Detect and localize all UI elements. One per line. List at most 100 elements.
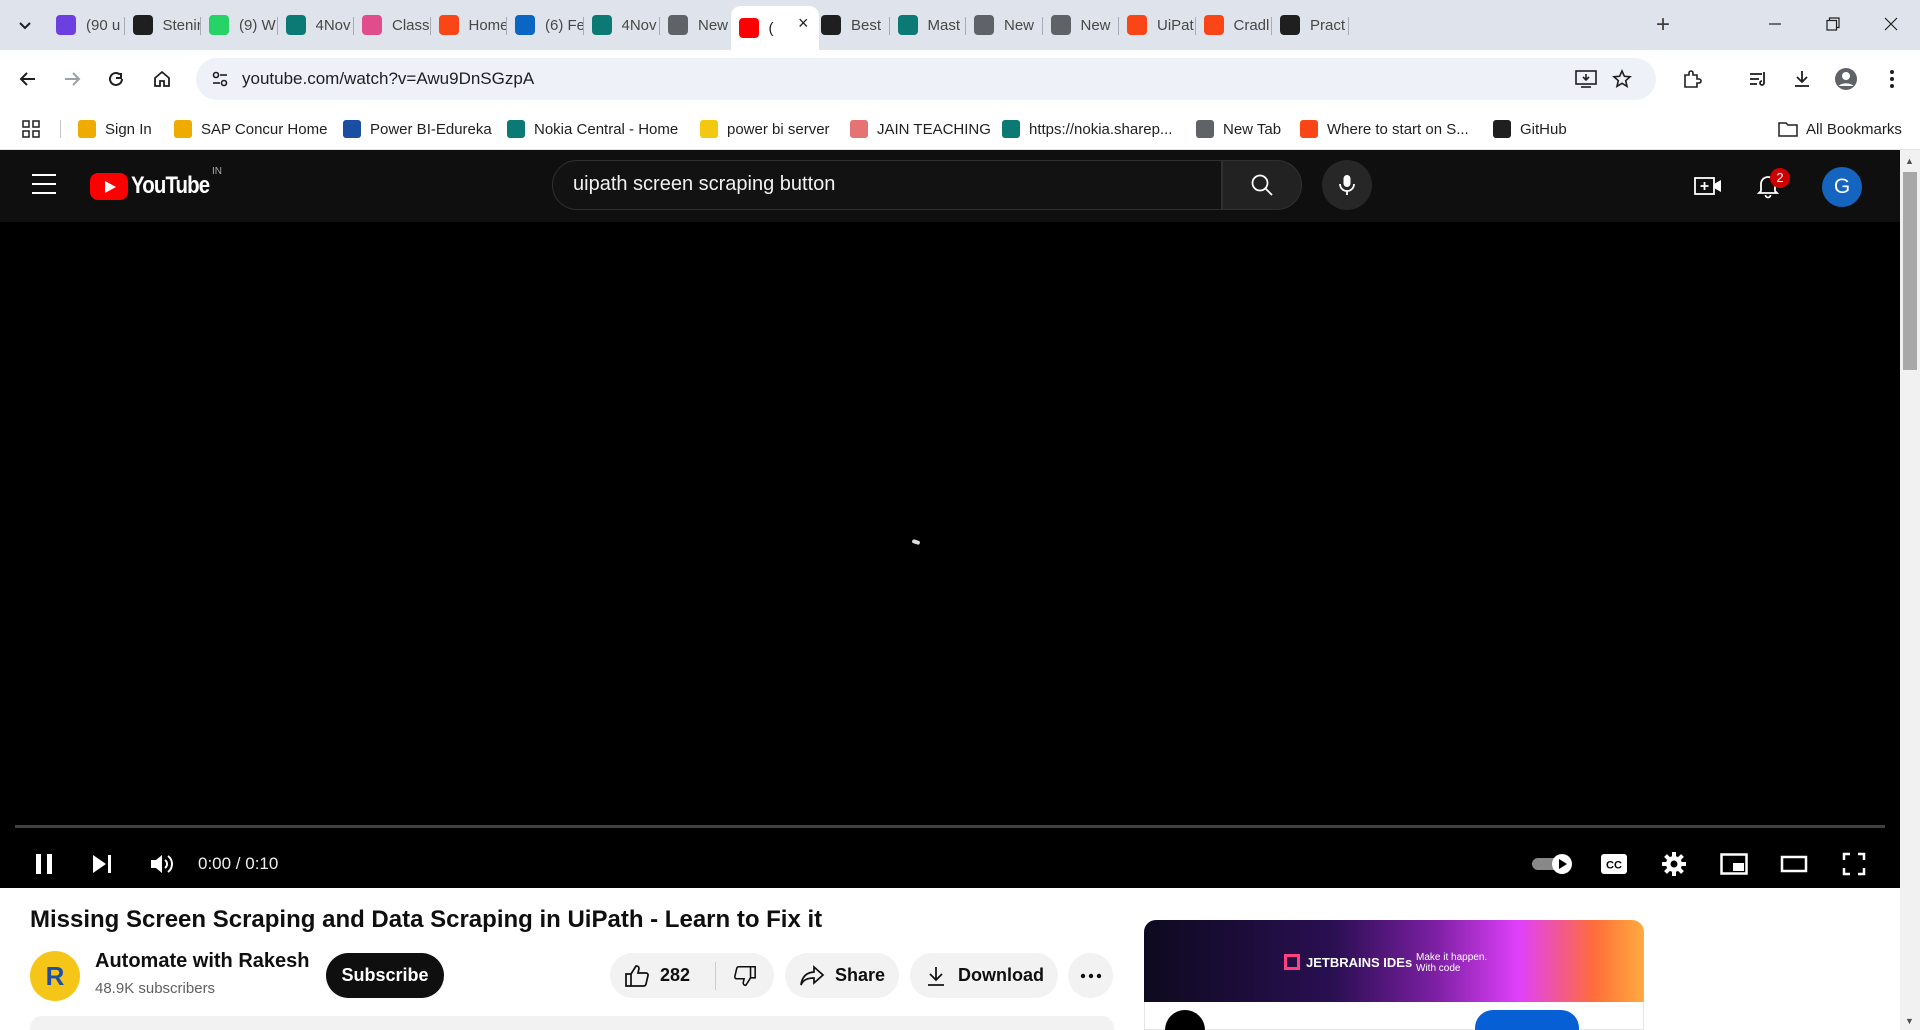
bookmark-item[interactable]: Nokia Central - Home <box>507 117 678 141</box>
address-bar[interactable]: youtube.com/watch?v=Awu9DnSGzpA <box>196 58 1656 100</box>
new-tab-button[interactable]: + <box>1648 12 1678 38</box>
share-icon <box>800 964 825 985</box>
bookmark-item[interactable]: power bi server <box>700 117 830 141</box>
minimize-button[interactable] <box>1746 0 1804 48</box>
channel-avatar[interactable]: R <box>30 951 80 1001</box>
create-button[interactable] <box>1693 171 1723 201</box>
all-bookmarks-button[interactable]: All Bookmarks <box>1778 117 1902 141</box>
browser-tab[interactable]: Cradl <box>1196 8 1272 42</box>
arrow-left-icon <box>19 72 35 86</box>
home-button[interactable] <box>146 63 178 95</box>
download-button[interactable]: Download <box>910 953 1058 998</box>
close-window-button[interactable] <box>1862 0 1920 48</box>
close-tab-icon[interactable]: × <box>798 13 809 34</box>
progress-bar[interactable] <box>15 825 1885 828</box>
ad-brand: JETBRAINS IDEs <box>1284 954 1412 970</box>
captions-button[interactable]: CC <box>1594 844 1634 884</box>
dislike-button[interactable] <box>716 964 774 988</box>
account-avatar[interactable]: G <box>1822 167 1862 207</box>
profile-icon[interactable] <box>1830 63 1862 95</box>
like-button[interactable]: 282 <box>610 961 716 990</box>
more-actions-button[interactable] <box>1068 953 1113 998</box>
browser-tab[interactable]: Stenin <box>125 8 201 42</box>
ad-cta-button[interactable] <box>1475 1010 1579 1030</box>
reload-button[interactable] <box>100 63 132 95</box>
edureka-icon <box>343 120 361 138</box>
scroll-up-arrow[interactable]: ▲ <box>1905 156 1914 166</box>
voice-search-button[interactable] <box>1322 160 1372 210</box>
browser-tab[interactable]: New <box>660 8 737 42</box>
browser-tab[interactable]: New <box>1043 8 1119 42</box>
scroll-down-arrow[interactable]: ▼ <box>1905 1016 1914 1026</box>
bookmark-item[interactable]: https://nokia.sharep... <box>1002 117 1172 141</box>
bookmark-item[interactable]: JAIN TEACHING <box>850 117 991 141</box>
miniplayer-button[interactable] <box>1714 844 1754 884</box>
search-input[interactable] <box>573 173 1173 196</box>
media-controls-icon[interactable] <box>1742 63 1774 95</box>
browser-tab[interactable]: Best <box>813 8 890 42</box>
site-settings-icon[interactable] <box>210 69 230 89</box>
tab-title: ( <box>768 19 774 37</box>
share-button[interactable]: Share <box>785 953 899 998</box>
ad-advertiser-avatar[interactable] <box>1165 1010 1205 1030</box>
uipath-icon <box>438 15 459 35</box>
browser-tab[interactable]: New <box>966 8 1043 42</box>
extensions-icon[interactable] <box>1676 63 1708 95</box>
next-video-button[interactable] <box>82 844 122 884</box>
youtube-logo[interactable]: YouTube <box>90 172 223 200</box>
restore-button[interactable] <box>1804 0 1862 48</box>
browser-tab[interactable]: UiPat <box>1119 8 1196 42</box>
subscribe-button[interactable]: Subscribe <box>326 953 444 998</box>
jetbrains-logo-icon <box>1284 954 1300 970</box>
search-icon <box>1251 174 1273 196</box>
install-app-icon[interactable] <box>1574 67 1598 91</box>
close-icon <box>1884 17 1898 31</box>
forward-button[interactable] <box>56 63 88 95</box>
bookmark-item[interactable]: New Tab <box>1196 117 1281 141</box>
channel-name[interactable]: Automate with Rakesh <box>95 950 309 973</box>
bookmark-star-icon[interactable] <box>1610 67 1634 91</box>
browser-tab[interactable]: (9) W <box>201 8 278 42</box>
autoplay-toggle[interactable] <box>1530 844 1576 884</box>
bookmarks-separator <box>60 120 61 138</box>
bookmark-label: power bi server <box>727 120 830 138</box>
bookmark-item[interactable]: Power BI-Edureka <box>343 117 492 141</box>
browser-tab[interactable]: (6) Fe <box>507 8 584 42</box>
folder-icon <box>1778 122 1798 137</box>
tab-search-button[interactable] <box>10 11 40 41</box>
fullscreen-button[interactable] <box>1834 844 1874 884</box>
bookmark-label: Sign In <box>105 120 152 138</box>
back-button[interactable] <box>12 63 44 95</box>
browser-tab[interactable]: Home <box>431 8 507 42</box>
menu-kebab-icon[interactable] <box>1876 63 1908 95</box>
browser-tab[interactable]: Pract <box>1272 8 1349 42</box>
closed-captions-icon: CC <box>1601 854 1627 874</box>
bookmark-item[interactable]: GitHub <box>1493 117 1567 141</box>
browser-tab[interactable]: (× <box>730 6 819 50</box>
bookmark-item[interactable]: Sign In <box>78 117 152 141</box>
browser-tab[interactable]: Class <box>354 8 431 42</box>
theater-mode-button[interactable] <box>1774 844 1814 884</box>
bookmark-item[interactable]: SAP Concur Home <box>174 117 327 141</box>
sponsored-ad-banner[interactable]: JETBRAINS IDEs Make it happen. With code <box>1144 920 1644 1002</box>
browser-tab[interactable]: 4Nov <box>278 8 354 42</box>
youtube-icon <box>738 18 759 38</box>
mute-button[interactable] <box>142 844 182 884</box>
search-box[interactable] <box>552 160 1222 210</box>
page-scrollbar[interactable]: ▲ ▼ <box>1900 150 1920 1030</box>
browser-tab[interactable]: Mast <box>890 8 966 42</box>
downloads-icon[interactable] <box>1786 63 1818 95</box>
bookmark-item[interactable]: Where to start on S... <box>1300 117 1469 141</box>
browser-tab[interactable]: (90 u <box>48 8 125 42</box>
apps-grid-button[interactable] <box>22 117 40 141</box>
video-player[interactable]: 0:00 / 0:10 CC <box>0 222 1900 888</box>
browser-tab[interactable]: 4Nov <box>584 8 660 42</box>
guide-menu-button[interactable] <box>32 174 56 194</box>
tab-title: (9) W <box>239 16 276 34</box>
description-box[interactable] <box>30 1016 1114 1030</box>
url-text[interactable]: youtube.com/watch?v=Awu9DnSGzpA <box>242 69 534 89</box>
settings-button[interactable] <box>1654 844 1694 884</box>
pause-button[interactable] <box>24 844 64 884</box>
search-button[interactable] <box>1222 160 1302 210</box>
scrollbar-thumb[interactable] <box>1903 172 1917 370</box>
